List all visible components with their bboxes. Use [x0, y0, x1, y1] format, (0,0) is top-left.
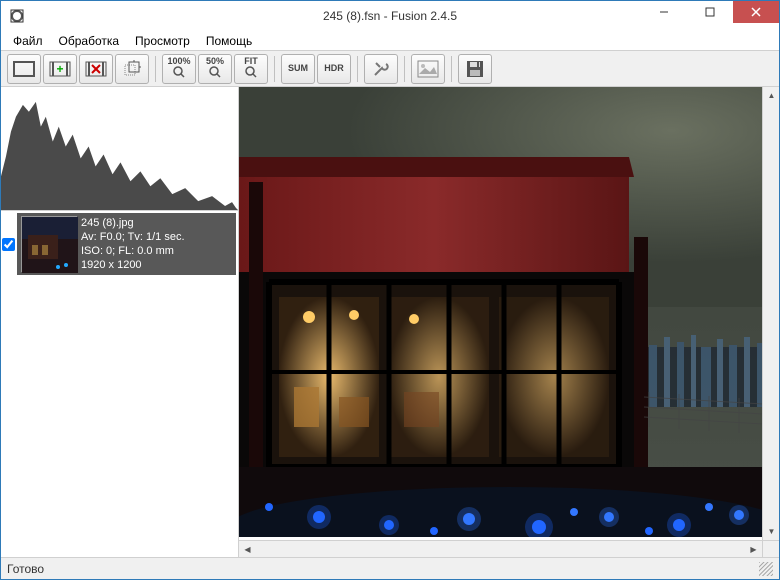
thumb-exposure: Av: F0.0; Tv: 1/1 sec. [81, 230, 185, 244]
zoom-50-label: 50% [206, 56, 224, 66]
scroll-left-arrow[interactable]: ◀ [239, 541, 256, 557]
thumbnail-image [21, 216, 77, 272]
add-frame-button[interactable]: + [43, 54, 77, 84]
sum-label: SUM [288, 64, 308, 73]
sum-button[interactable]: SUM [281, 54, 315, 84]
menu-process[interactable]: Обработка [51, 32, 128, 50]
save-button[interactable] [458, 54, 492, 84]
thumb-iso: ISO: 0; FL: 0.0 mm [81, 244, 185, 258]
viewer-canvas[interactable]: ▲ ▼ ◀ ▶ [239, 87, 779, 557]
floppy-icon [466, 60, 484, 78]
window-controls [641, 1, 779, 31]
toolbar-separator [155, 56, 156, 82]
magnifier-icon [173, 66, 185, 78]
scroll-corner [762, 540, 779, 557]
resize-grip[interactable] [759, 562, 773, 576]
toolbar-separator [404, 56, 405, 82]
vertical-scrollbar[interactable]: ▲ ▼ [762, 87, 779, 540]
tools-button[interactable] [364, 54, 398, 84]
zoom-100-label: 100% [167, 56, 190, 66]
thumb-dims: 1920 x 1200 [81, 258, 185, 272]
titlebar[interactable]: 245 (8).fsn - Fusion 2.4.5 [1, 1, 779, 31]
zoom-50-button[interactable]: 50% [198, 54, 232, 84]
hdr-label: HDR [324, 64, 344, 73]
main-image [239, 87, 779, 537]
scroll-track[interactable] [256, 541, 745, 557]
app-window: 245 (8).fsn - Fusion 2.4.5 Файл Обработк… [0, 0, 780, 580]
sidebar: 245 (8).jpg Av: F0.0; Tv: 1/1 sec. ISO: … [1, 87, 239, 557]
magnifier-icon [209, 66, 221, 78]
scroll-right-arrow[interactable]: ▶ [745, 541, 762, 557]
app-icon [9, 8, 25, 24]
content-area: 245 (8).jpg Av: F0.0; Tv: 1/1 sec. ISO: … [1, 87, 779, 557]
menu-view[interactable]: Просмотр [127, 32, 198, 50]
image-viewer: ▲ ▼ ◀ ▶ [239, 87, 779, 557]
hdr-button[interactable]: HDR [317, 54, 351, 84]
thumb-checkbox[interactable] [2, 238, 15, 251]
toolbar: + 100% 50% FIT SUM HDR [1, 51, 779, 87]
svg-text:+: + [56, 62, 63, 76]
histogram-chart [1, 87, 238, 210]
align-button[interactable] [115, 54, 149, 84]
zoom-100-button[interactable]: 100% [162, 54, 196, 84]
menu-file[interactable]: Файл [5, 32, 51, 50]
horizontal-scrollbar[interactable]: ◀ ▶ [239, 540, 762, 557]
toolbar-separator [451, 56, 452, 82]
picture-button[interactable] [411, 54, 445, 84]
histogram-panel [1, 87, 238, 211]
menu-help[interactable]: Помощь [198, 32, 260, 50]
maximize-button[interactable] [687, 1, 733, 23]
toolbar-separator [357, 56, 358, 82]
status-text: Готово [7, 562, 44, 576]
wrench-icon [372, 60, 390, 78]
close-button[interactable] [733, 1, 779, 23]
magnifier-icon [245, 66, 257, 78]
zoom-fit-label: FIT [244, 56, 258, 66]
thumb-checkbox-cell [1, 213, 15, 275]
thumbnail-list: 245 (8).jpg Av: F0.0; Tv: 1/1 sec. ISO: … [1, 211, 238, 557]
scroll-track[interactable] [763, 104, 779, 523]
frame-button[interactable] [7, 54, 41, 84]
statusbar: Готово [1, 557, 779, 579]
thumb-filename: 245 (8).jpg [81, 216, 185, 230]
remove-frame-button[interactable] [79, 54, 113, 84]
thumbnail-item[interactable]: 245 (8).jpg Av: F0.0; Tv: 1/1 sec. ISO: … [17, 213, 236, 275]
minimize-button[interactable] [641, 1, 687, 23]
toolbar-separator [274, 56, 275, 82]
landscape-icon [417, 60, 439, 78]
scroll-up-arrow[interactable]: ▲ [763, 87, 779, 104]
menubar: Файл Обработка Просмотр Помощь [1, 31, 779, 51]
zoom-fit-button[interactable]: FIT [234, 54, 268, 84]
scroll-down-arrow[interactable]: ▼ [763, 523, 779, 540]
thumbnail-meta: 245 (8).jpg Av: F0.0; Tv: 1/1 sec. ISO: … [81, 216, 185, 272]
